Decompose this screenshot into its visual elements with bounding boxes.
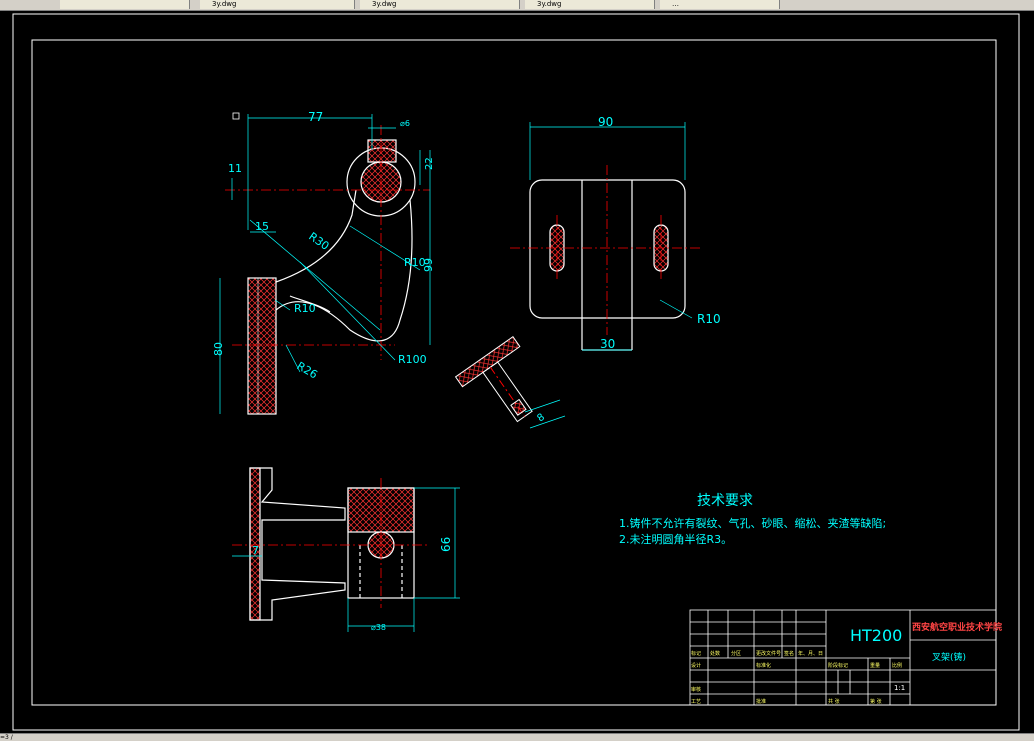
dim-99: 99	[422, 258, 435, 272]
label-change-doc: 更改文件号	[756, 650, 781, 657]
label-review: 审核	[691, 686, 701, 693]
sheet-outer-border	[12, 13, 1020, 731]
top-view	[249, 467, 415, 621]
removed-section	[454, 336, 566, 429]
front-view	[247, 139, 416, 415]
part-name: 叉架(铸)	[932, 651, 966, 663]
school-name: 西安航空职业技术学院	[912, 621, 1002, 633]
dim-r10c: R10	[697, 312, 721, 326]
side-view	[529, 179, 686, 351]
sheet-inner-border	[31, 39, 997, 706]
material-label: HT200	[850, 626, 902, 645]
label-sheets: 共 张	[828, 698, 840, 705]
label-signature: 签名	[784, 650, 794, 657]
document-tab-5[interactable]: …	[660, 0, 780, 9]
dim-r100: R100	[398, 353, 427, 366]
notes-line-2: 2.未注明圆角半径R3。	[619, 532, 732, 546]
label-mark: 标记	[691, 650, 701, 657]
label-designer: 设计	[691, 662, 701, 669]
scale-value: 1:1	[894, 684, 905, 692]
cad-drawing-canvas[interactable]: 77 ⌀6 11 22 15 R30 R10 99 R10 80 R26 R10…	[0, 10, 1034, 733]
dim-r26: R26	[295, 359, 320, 381]
label-count: 处数	[710, 650, 720, 657]
dim-30: 30	[600, 337, 615, 351]
label-ratio: 比例	[892, 662, 902, 669]
top-view-dimensions	[232, 487, 460, 632]
side-view-centerlines	[510, 165, 700, 335]
dim-80: 80	[212, 342, 225, 356]
label-weight: 重量	[870, 662, 880, 669]
label-standard: 标准化	[756, 662, 771, 669]
origin-marker	[232, 112, 240, 120]
label-process: 工艺	[691, 699, 701, 705]
document-tab-4[interactable]: 3y.dwg	[525, 0, 655, 9]
label-sheet: 第 张	[870, 698, 882, 705]
dim-22: 22	[424, 157, 435, 170]
notes-line-1: 1.铸件不允许有裂纹、气孔、砂眼、缩松、夹渣等缺陷;	[619, 516, 886, 530]
dim-r10b: R10	[294, 302, 316, 315]
label-stage: 阶段标记	[828, 662, 848, 669]
dim-66: 66	[439, 537, 453, 552]
document-tab-1[interactable]	[60, 0, 190, 9]
label-approve: 批准	[756, 698, 766, 705]
dim-77: 77	[308, 110, 323, 124]
dim-15: 15	[255, 220, 269, 233]
dim-90: 90	[598, 115, 613, 129]
dim-r30: R30	[306, 230, 331, 253]
document-tab-2[interactable]: 3y.dwg	[200, 0, 355, 9]
label-zone: 分区	[731, 650, 741, 657]
dim-38: ⌀38	[371, 623, 386, 632]
label-date: 年、月、日	[798, 650, 823, 657]
document-tab-3[interactable]: 3y.dwg	[360, 0, 520, 9]
dim-11: 11	[228, 162, 242, 175]
dim-6: ⌀6	[400, 119, 410, 128]
dim-7: 7	[252, 544, 259, 557]
notes-title: 技术要求	[697, 493, 753, 509]
